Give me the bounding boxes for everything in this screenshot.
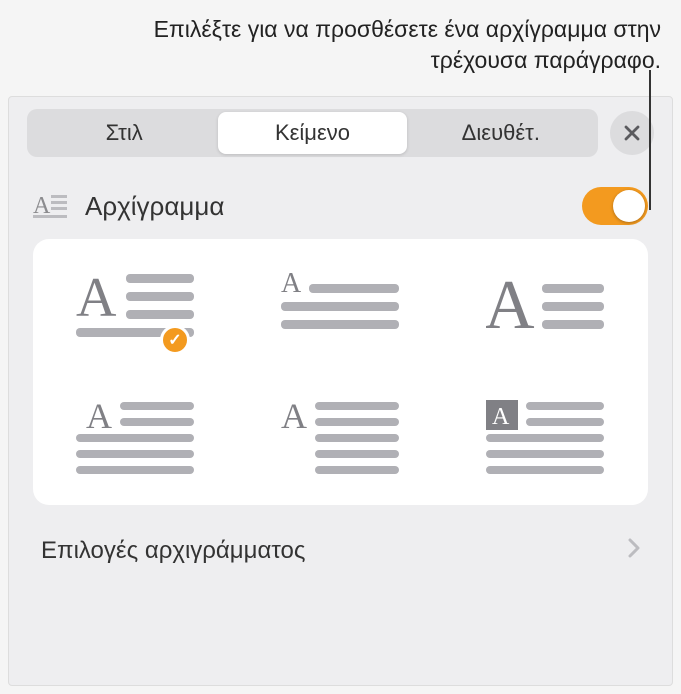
dropcap-style-2-icon: A [281,268,401,346]
dropcap-style-2[interactable]: A [268,267,413,347]
format-panel: Στιλ Κείμενο Διευθέτ. A Αρχίγραμμα [8,96,673,686]
svg-text:A: A [281,268,302,299]
dropcap-style-3[interactable]: A [473,267,618,347]
svg-text:A: A [486,268,535,344]
dropcap-styles-card: A ✓ A A [33,239,648,505]
dropcap-style-4-icon: A [76,398,196,476]
callout-leader-line [649,70,651,210]
svg-text:A: A [86,398,112,436]
dropcap-style-4[interactable]: A [63,397,208,477]
chevron-right-icon [628,538,640,564]
dropcap-style-5[interactable]: A [268,397,413,477]
callout-text: Επιλέξτε για να προσθέσετε ένα αρχίγραμμ… [121,14,661,76]
svg-text:A: A [76,268,117,329]
tab-text[interactable]: Κείμενο [218,112,406,154]
toggle-knob [613,190,645,222]
tab-arrange[interactable]: Διευθέτ. [407,112,595,154]
dropcap-section-header: A Αρχίγραμμα [9,169,672,239]
dropcap-toggle[interactable] [582,187,648,225]
tabs-row: Στιλ Κείμενο Διευθέτ. [9,97,672,169]
dropcap-style-6-icon: A [486,398,606,476]
dropcap-style-1[interactable]: A ✓ [63,267,208,347]
tab-style[interactable]: Στιλ [30,112,218,154]
dropcap-options-row[interactable]: Επιλογές αρχιγράμματος [33,523,648,579]
dropcap-styles-grid: A ✓ A A [63,267,618,477]
dropcap-style-5-icon: A [281,398,401,476]
dropcap-options-label: Επιλογές αρχιγράμματος [41,537,305,565]
close-button[interactable] [610,111,654,155]
dropcap-section-title: Αρχίγραμμα [85,191,566,222]
dropcap-icon: A [33,191,69,221]
svg-text:A: A [492,404,510,430]
tabs-segmented-control: Στιλ Κείμενο Διευθέτ. [27,109,598,157]
svg-text:A: A [281,398,307,436]
dropcap-style-3-icon: A [486,268,606,346]
selected-check-icon: ✓ [160,325,190,355]
close-icon [623,124,641,142]
dropcap-style-6[interactable]: A [473,397,618,477]
